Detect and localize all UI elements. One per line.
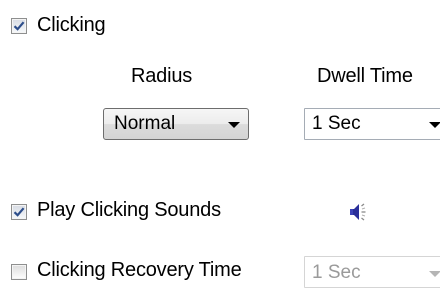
play-sounds-checkbox[interactable]: [11, 204, 27, 220]
recovery-time-checkbox[interactable]: [11, 264, 27, 280]
radius-header: Radius: [131, 65, 193, 87]
dwell-time-select[interactable]: 1 Sec: [304, 108, 440, 140]
chevron-down-icon: [228, 122, 240, 128]
check-mark-icon: [13, 207, 25, 217]
play-sounds-label[interactable]: Play Clicking Sounds: [37, 198, 221, 222]
chevron-down-icon: [429, 122, 440, 128]
recovery-time-label[interactable]: Clicking Recovery Time: [37, 258, 242, 282]
clicking-label[interactable]: Clicking: [37, 13, 106, 37]
dwell-time-header: Dwell Time: [317, 65, 413, 87]
recovery-time-select[interactable]: 1 Sec: [304, 256, 440, 288]
speaker-icon[interactable]: [348, 200, 368, 224]
radius-select[interactable]: Normal: [103, 108, 249, 140]
radius-select-value: Normal: [114, 113, 176, 134]
recovery-time-select-value: 1 Sec: [312, 262, 361, 283]
check-mark-icon: [13, 21, 25, 31]
settings-panel: Clicking Radius Dwell Time Normal 1 Sec …: [0, 0, 440, 296]
chevron-down-icon: [429, 271, 440, 277]
dwell-time-select-value: 1 Sec: [312, 113, 361, 134]
clicking-checkbox[interactable]: [11, 18, 27, 34]
